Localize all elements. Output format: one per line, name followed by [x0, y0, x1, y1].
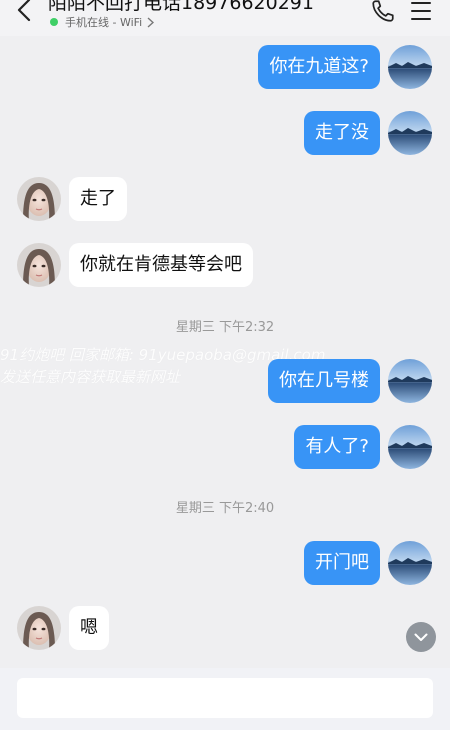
my-avatar[interactable] — [388, 359, 432, 403]
my-avatar[interactable] — [388, 541, 432, 585]
message-bubble-outgoing[interactable]: 开门吧 — [304, 541, 380, 585]
online-status[interactable]: 手机在线 - WiFi — [50, 14, 155, 30]
my-avatar[interactable] — [388, 111, 432, 155]
timestamp: 星期三 下午2:32 — [175, 320, 275, 335]
message-row: 开门吧 — [0, 541, 450, 587]
message-input[interactable] — [17, 678, 433, 718]
message-bubble-outgoing[interactable]: 有人了? — [294, 425, 380, 469]
menu-button[interactable] — [409, 0, 433, 24]
contact-avatar[interactable] — [17, 243, 61, 287]
scroll-to-bottom-button[interactable] — [406, 622, 436, 652]
message-bubble-outgoing[interactable]: 走了没 — [304, 111, 380, 155]
my-avatar[interactable] — [388, 45, 432, 89]
chevron-right-icon — [147, 16, 155, 28]
message-bubble-incoming[interactable]: 你就在肯德基等会吧 — [69, 243, 253, 287]
message-row: 有人了? — [0, 425, 450, 471]
chat-header: 陌陌不回打电话18976620291 手机在线 - WiFi — [0, 0, 450, 36]
contact-avatar[interactable] — [17, 606, 61, 650]
message-row: 你就在肯德基等会吧 — [0, 243, 450, 289]
contact-name[interactable]: 陌陌不回打电话18976620291 — [48, 0, 314, 15]
call-button[interactable] — [370, 0, 396, 24]
contact-avatar[interactable] — [17, 177, 61, 221]
online-status-text: 手机在线 - WiFi — [65, 16, 143, 29]
message-row: 走了没 — [0, 111, 450, 157]
message-bubble-incoming[interactable]: 走了 — [69, 177, 127, 221]
message-row: 嗯 — [0, 606, 450, 652]
message-row: 走了 — [0, 177, 450, 223]
online-dot-icon — [50, 18, 58, 26]
menu-icon — [411, 2, 431, 20]
message-composer — [0, 668, 450, 730]
message-bubble-incoming[interactable]: 嗯 — [69, 606, 109, 650]
timestamp: 星期三 下午2:40 — [175, 501, 275, 516]
message-bubble-outgoing[interactable]: 你在几号楼 — [268, 359, 380, 403]
message-row: 你在几号楼 — [0, 359, 450, 405]
message-bubble-outgoing[interactable]: 你在九道这? — [258, 45, 380, 89]
chevron-left-icon — [17, 0, 31, 22]
phone-icon — [372, 0, 394, 22]
back-button[interactable] — [8, 0, 40, 26]
my-avatar[interactable] — [388, 425, 432, 469]
message-row: 你在九道这? — [0, 45, 450, 91]
chevron-down-icon — [414, 633, 428, 641]
